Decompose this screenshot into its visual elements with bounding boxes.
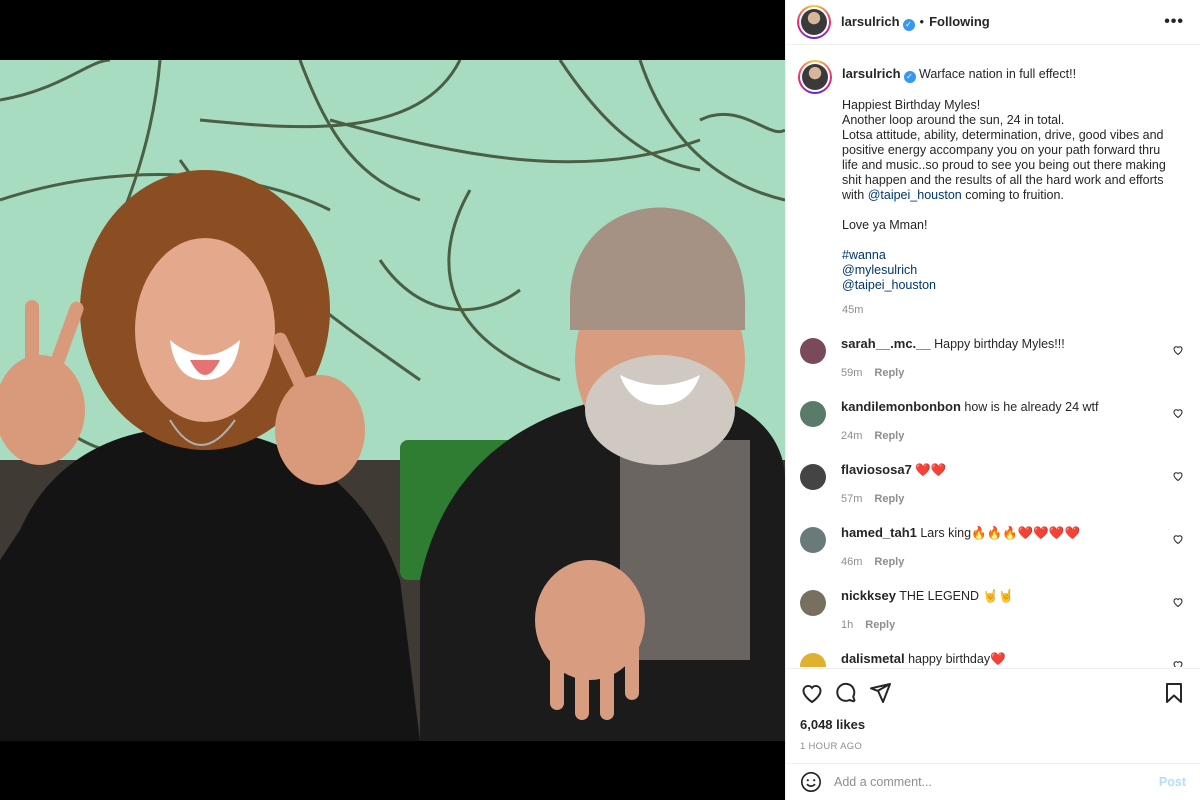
save-bookmark-icon[interactable] [1162, 681, 1186, 705]
post-photo[interactable] [0, 60, 785, 741]
commenter-avatar[interactable] [800, 527, 826, 553]
comments-list[interactable]: larsulrich ✓ Warface nation in full effec… [786, 46, 1200, 667]
caption-line: Another loop around the sun, 24 in total… [842, 113, 1065, 127]
commenter-username[interactable]: nickksey [841, 588, 896, 603]
commenter-avatar[interactable] [800, 590, 826, 616]
emoji-icon[interactable] [800, 771, 822, 793]
mention-link[interactable]: @mylesulrich [842, 263, 917, 277]
author-info: larsulrich ✓ • Following [841, 14, 990, 31]
mention-link[interactable]: @taipei_houston [868, 188, 962, 202]
like-comment-icon[interactable] [1172, 533, 1184, 545]
comment-time: 57m [841, 493, 863, 505]
comment-text: ❤️❤️ [915, 463, 947, 477]
commenter-username[interactable]: kandilemonbonbon [841, 399, 961, 414]
comment-time: 1h [841, 619, 854, 631]
comment-time: 46m [841, 556, 863, 568]
commenter-avatar[interactable] [800, 464, 826, 490]
share-send-icon[interactable] [868, 681, 892, 705]
like-comment-icon[interactable] [1172, 470, 1184, 482]
commenter-username[interactable]: flaviososa7 [841, 462, 912, 477]
caption-username[interactable]: larsulrich [842, 66, 901, 81]
comment-text: happy birthday❤️ [908, 652, 1006, 666]
comment-text: how is he already 24 wtf [964, 400, 1099, 414]
post-side-panel: larsulrich ✓ • Following ••• larsulrich ✓ Wa… [785, 0, 1200, 800]
reply-button[interactable]: Reply [874, 493, 904, 505]
verified-icon: ✓ [902, 18, 915, 31]
caption-avatar[interactable] [798, 60, 832, 94]
like-heart-icon[interactable] [800, 681, 824, 705]
author-username[interactable]: larsulrich [841, 14, 900, 29]
post-timestamp: 1 HOUR AGO [800, 741, 863, 752]
add-comment-input[interactable] [834, 775, 1159, 789]
separator-dot: • [919, 13, 925, 29]
like-comment-icon[interactable] [1172, 344, 1184, 356]
comment-text: Happy birthday Myles!!! [934, 337, 1065, 351]
like-comment-icon[interactable] [1172, 659, 1184, 667]
commenter-username[interactable]: sarah__.mc.__ [841, 336, 931, 351]
author-avatar[interactable] [797, 5, 831, 39]
verified-icon: ✓ [903, 71, 916, 83]
following-button[interactable]: Following [929, 14, 990, 29]
comment-time: 24m [841, 430, 863, 442]
reply-button[interactable]: Reply [865, 619, 895, 631]
hashtag-link[interactable]: #wanna [842, 248, 886, 262]
reply-button[interactable]: Reply [874, 367, 904, 379]
reply-button[interactable]: Reply [874, 556, 904, 568]
commenter-avatar[interactable] [800, 401, 826, 427]
commenter-avatar[interactable] [800, 338, 826, 364]
comment-time: 59m [841, 367, 863, 379]
caption-first-line: Warface nation in full effect!! [919, 67, 1077, 81]
commenter-avatar[interactable] [800, 653, 826, 667]
comment: nickksey THE LEGEND 🤘🤘 1h Reply [798, 588, 1184, 633]
caption-line: coming to fruition. [961, 188, 1064, 202]
post-header: larsulrich ✓ • Following ••• [786, 0, 1200, 45]
comment: sarah__.mc.__ Happy birthday Myles!!! 59… [798, 336, 1184, 381]
add-comment-bar: Post [786, 763, 1200, 800]
caption: larsulrich ✓ Warface nation in full effec… [798, 60, 1184, 318]
comment-text: THE LEGEND 🤘🤘 [899, 589, 1014, 603]
caption-line: Love ya Mman! [842, 218, 928, 232]
comment: hamed_tah1 Lars king🔥🔥🔥❤️❤️❤️❤️ 46m Reply [798, 525, 1184, 570]
comment-bubble-icon[interactable] [834, 681, 858, 705]
post-actions: 6,048 likes 1 HOUR AGO [786, 668, 1200, 752]
photo-pane [0, 0, 785, 800]
commenter-username[interactable]: dalismetal [841, 651, 905, 666]
comment: flaviososa7 ❤️❤️ 57m Reply [798, 462, 1184, 507]
post-photo-illustration [0, 60, 785, 741]
comment: dalismetal happy birthday❤️ [798, 651, 1184, 667]
more-options-icon[interactable]: ••• [1164, 13, 1184, 31]
caption-line: Happiest Birthday Myles! [842, 98, 981, 112]
caption-body: larsulrich ✓ Warface nation in full effec… [842, 60, 1172, 318]
post-comment-button[interactable]: Post [1159, 775, 1186, 789]
comment-text: Lars king🔥🔥🔥❤️❤️❤️❤️ [920, 526, 1081, 540]
comment: kandilemonbonbon how is he already 24 wt… [798, 399, 1184, 444]
caption-time: 45m [842, 304, 864, 316]
likes-count[interactable]: 6,048 likes [800, 717, 1186, 732]
like-comment-icon[interactable] [1172, 407, 1184, 419]
commenter-username[interactable]: hamed_tah1 [841, 525, 917, 540]
mention-link[interactable]: @taipei_houston [842, 278, 936, 292]
reply-button[interactable]: Reply [874, 430, 904, 442]
like-comment-icon[interactable] [1172, 596, 1184, 608]
